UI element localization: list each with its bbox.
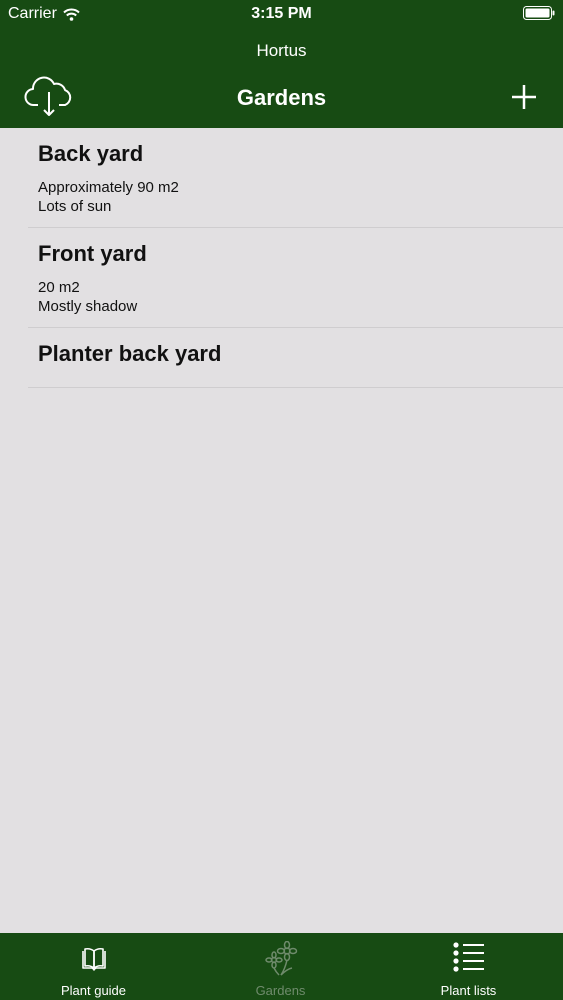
app-title: Hortus (256, 41, 307, 60)
garden-item-front-yard[interactable]: Front yard 20 m2 Mostly shadow (28, 228, 563, 328)
navigation-header: Carrier 3:15 PM Hortus Gardens (0, 0, 563, 128)
book-icon (81, 947, 106, 971)
tab-plant-lists[interactable]: Plant lists (375, 933, 563, 1000)
battery-icon (523, 6, 555, 20)
garden-name: Planter back yard (38, 341, 222, 366)
tab-bar: Plant guide Gardens Plant lists (0, 933, 563, 1000)
status-bar: Carrier 3:15 PM (0, 0, 563, 28)
garden-item-planter-back-yard[interactable]: Planter back yard (28, 328, 563, 388)
garden-notes: Lots of sun (38, 198, 112, 215)
garden-notes: Mostly shadow (38, 298, 138, 315)
tab-gardens[interactable]: Gardens (187, 933, 374, 1000)
garden-size: 20 m2 (38, 279, 80, 296)
add-garden-button[interactable] (510, 83, 538, 111)
garden-item-back-yard[interactable]: Back yard Approximately 90 m2 Lots of su… (28, 128, 563, 228)
garden-size: Approximately 90 m2 (38, 179, 179, 196)
status-time: 3:15 PM (251, 5, 312, 22)
plus-icon (512, 85, 536, 109)
page-title: Gardens (236, 85, 327, 110)
tab-label: Plant guide (60, 983, 127, 998)
garden-name: Front yard (38, 241, 147, 266)
tab-label: Gardens (255, 983, 306, 998)
tab-plant-guide[interactable]: Plant guide (0, 933, 187, 1000)
list-icon (452, 942, 484, 972)
flower-icon (264, 941, 297, 976)
tab-label: Plant lists (440, 983, 497, 998)
garden-name: Back yard (38, 141, 144, 166)
gardens-list: Back yard Approximately 90 m2 Lots of su… (0, 128, 563, 388)
